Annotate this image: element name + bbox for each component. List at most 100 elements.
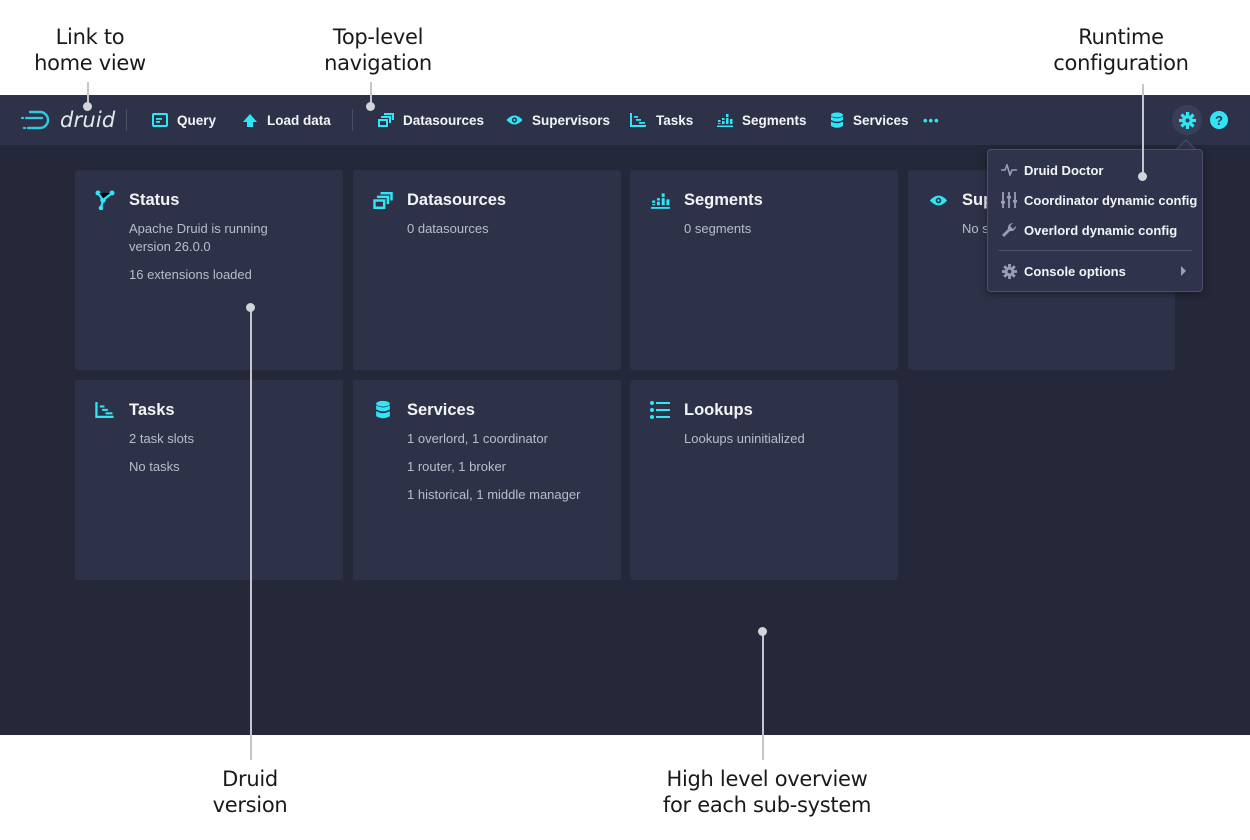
card-title: Services: [407, 400, 475, 419]
multi-window-icon: [378, 113, 394, 127]
submenu-caret-icon: [1181, 266, 1186, 276]
card-title: Tasks: [129, 400, 175, 419]
menu-item-label: Coordinator dynamic config: [1024, 192, 1198, 208]
help-button[interactable]: ?: [1210, 111, 1228, 129]
nav-tasks-label: Tasks: [656, 112, 694, 128]
wrench-icon: [1002, 222, 1017, 237]
card-line: 1 historical, 1 middle manager: [407, 487, 581, 502]
card-status[interactable]: Status Apache Druid is running version 2…: [75, 170, 343, 370]
database-icon: [831, 112, 843, 128]
graph-icon: [95, 190, 115, 210]
cloud-upload-icon: [243, 113, 257, 127]
nav-datasources[interactable]: Datasources: [378, 95, 484, 145]
menu-item-coordinator-config[interactable]: Coordinator dynamic config: [988, 185, 1202, 215]
annotation-runtime-config: Runtime configuration: [1040, 24, 1202, 76]
nav-tasks[interactable]: Tasks: [630, 95, 693, 145]
menu-divider: [998, 250, 1192, 251]
logo-text: druid: [60, 108, 116, 132]
menu-item-label: Console options: [1024, 263, 1126, 279]
callout-dot: [1138, 172, 1147, 181]
nav-supervisors[interactable]: Supervisors: [506, 95, 610, 145]
annotation-home-link: Link to home view: [20, 24, 160, 76]
menu-item-label: Druid Doctor: [1024, 162, 1104, 178]
status-version-text: Apache Druid is running version 26.0.0: [129, 221, 268, 254]
card-title: Status: [129, 190, 180, 209]
nav-more-button[interactable]: •••: [923, 95, 940, 145]
card-line: 1 overlord, 1 coordinator: [407, 431, 548, 446]
druid-logo-icon: [20, 110, 50, 130]
eye-icon: [506, 115, 523, 125]
menu-item-druid-doctor[interactable]: Druid Doctor: [988, 155, 1202, 185]
nav-datasources-label: Datasources: [403, 112, 485, 128]
help-icon: ?: [1215, 112, 1223, 128]
annotation-line: version: [212, 793, 288, 817]
card-title: Datasources: [407, 190, 507, 209]
eye-icon: [929, 195, 947, 205]
card-line: Lookups uninitialized: [684, 431, 805, 446]
runtime-config-button[interactable]: [1172, 105, 1202, 135]
home-logo-link[interactable]: druid: [20, 95, 115, 145]
card-title: Segments: [684, 190, 763, 209]
annotation-line: configuration: [1053, 51, 1189, 75]
card-line: No tasks: [129, 459, 180, 474]
nav-services-label: Services: [853, 112, 909, 128]
annotation-overview: High level overview for each sub-system: [650, 766, 884, 818]
card-line: 0 segments: [684, 221, 752, 236]
more-icon: •••: [923, 112, 940, 128]
annotation-line: Runtime: [1078, 25, 1164, 49]
callout-dot: [758, 627, 767, 636]
callout-dot: [246, 303, 255, 312]
properties-icon: [650, 401, 670, 419]
nav-segments[interactable]: Segments: [717, 95, 807, 145]
card-line: 1 router, 1 broker: [407, 459, 506, 474]
runtime-config-menu: Druid Doctor Coordinator dynamic config …: [987, 149, 1203, 292]
annotation-top-nav: Top-level navigation: [308, 24, 448, 76]
annotation-line: Druid: [222, 767, 278, 791]
database-icon: [376, 400, 390, 419]
annotation-line: High level overview: [666, 767, 868, 791]
sliders-icon: [1001, 192, 1017, 208]
card-line: 0 datasources: [407, 221, 489, 236]
query-icon: [152, 113, 168, 127]
card-lookups[interactable]: Lookups Lookups uninitialized: [630, 380, 898, 580]
callout-line: [250, 308, 252, 760]
nav-query[interactable]: Query: [152, 95, 216, 145]
card-services[interactable]: Services 1 overlord, 1 coordinator 1 rou…: [353, 380, 621, 580]
nav-supervisors-label: Supervisors: [532, 112, 611, 128]
annotation-druid-version: Druid version: [180, 766, 320, 818]
stacked-chart-icon: [650, 192, 670, 209]
top-navbar: druid Query Load data Datasources Superv…: [0, 95, 1250, 145]
nav-load-data-label: Load data: [267, 112, 331, 128]
cog-icon: [1178, 111, 1196, 129]
callout-line: [762, 632, 764, 760]
nav-divider: [352, 109, 353, 131]
nav-divider: [126, 109, 127, 131]
multi-window-icon: [373, 191, 393, 209]
card-tasks[interactable]: Tasks 2 task slots No tasks: [75, 380, 343, 580]
gantt-chart-icon: [95, 402, 114, 418]
status-extensions-text: 16 extensions loaded: [129, 267, 252, 282]
menu-item-overlord-config[interactable]: Overlord dynamic config: [988, 215, 1202, 245]
card-title: Lookups: [684, 400, 753, 419]
nav-load-data[interactable]: Load data: [242, 95, 331, 145]
menu-item-label: Overlord dynamic config: [1024, 222, 1178, 238]
callout-dot: [83, 102, 92, 111]
annotation-line: for each sub-system: [662, 793, 872, 817]
nav-services[interactable]: Services: [830, 95, 909, 145]
nav-query-label: Query: [177, 112, 217, 128]
menu-item-console-options[interactable]: Console options: [988, 256, 1202, 286]
pulse-icon: [1001, 164, 1017, 176]
druid-console: druid Query Load data Datasources Superv…: [0, 95, 1250, 735]
card-datasources[interactable]: Datasources 0 datasources: [353, 170, 621, 370]
annotation-line: Link to: [55, 25, 125, 49]
cog-icon: [1001, 263, 1017, 279]
callout-line: [1142, 84, 1144, 176]
stacked-chart-icon: [717, 114, 733, 127]
nav-segments-label: Segments: [742, 112, 807, 128]
card-segments[interactable]: Segments 0 segments: [630, 170, 898, 370]
annotation-line: home view: [34, 51, 146, 75]
callout-dot: [366, 102, 375, 111]
gantt-chart-icon: [630, 113, 646, 127]
card-line: 2 task slots: [129, 431, 195, 446]
annotation-line: Top-level: [332, 25, 424, 49]
